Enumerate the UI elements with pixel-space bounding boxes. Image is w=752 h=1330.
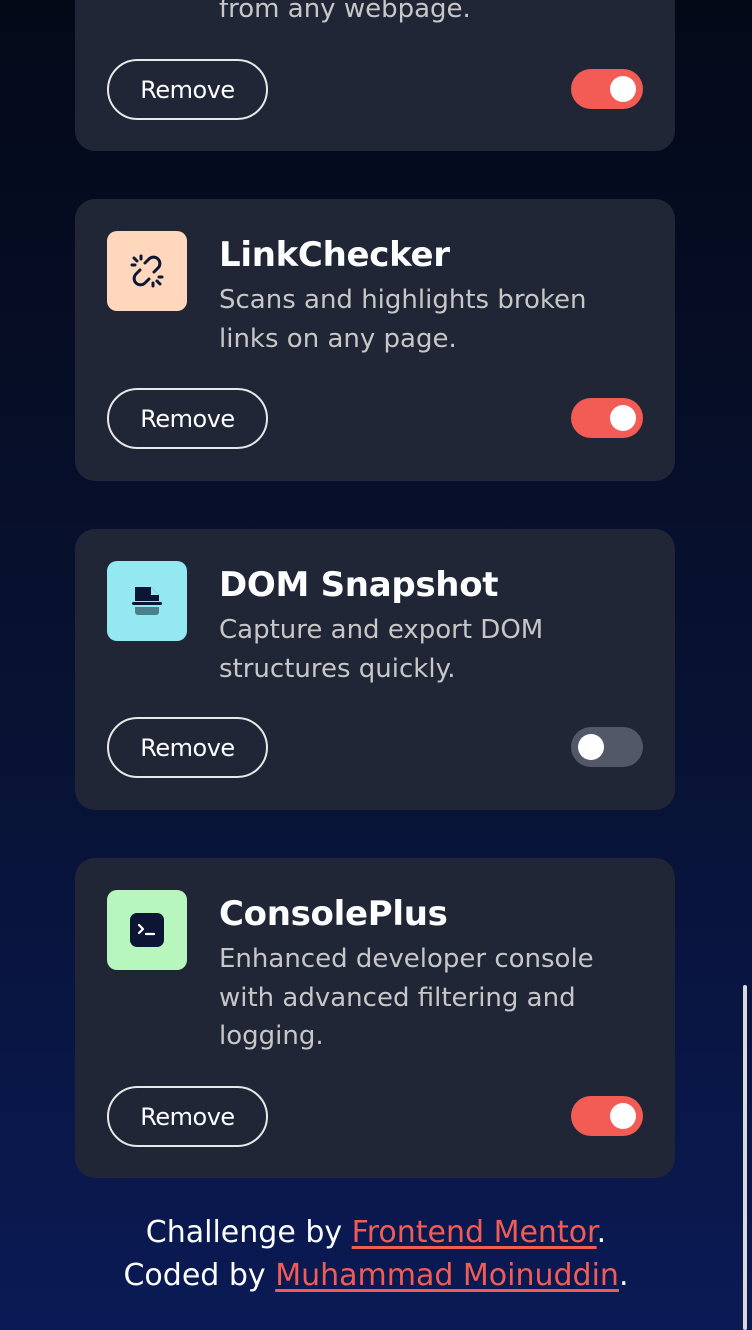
frontend-mentor-link[interactable]: Frontend Mentor [352, 1215, 597, 1250]
remove-button[interactable]: Remove [107, 1086, 268, 1147]
extension-name: DOM Snapshot [219, 565, 499, 605]
broken-link-icon [130, 254, 164, 288]
attribution: Challenge by Frontend Mentor. Coded by M… [0, 1211, 752, 1297]
extension-description: from any webpage. [219, 0, 471, 24]
extension-card: LinkChecker Scans and highlights broken … [75, 199, 675, 481]
extension-logo [107, 890, 187, 970]
coded-suffix: . [618, 1258, 629, 1293]
snapshot-icon [132, 587, 162, 615]
toggle-knob [578, 734, 604, 760]
challenge-prefix: Challenge by [145, 1215, 352, 1250]
remove-button[interactable]: Remove [107, 717, 268, 778]
extension-description: Scans and highlights broken links on any… [219, 285, 587, 354]
extension-description: Enhanced developer console with advanced… [219, 944, 594, 1051]
extension-description: Capture and export DOM structures quickl… [219, 615, 544, 684]
active-toggle[interactable] [571, 69, 643, 109]
attribution-coded: Coded by Muhammad Moinuddin. [0, 1254, 752, 1297]
remove-button[interactable]: Remove [107, 59, 268, 120]
toggle-knob [610, 405, 636, 431]
remove-button[interactable]: Remove [107, 388, 268, 449]
toggle-knob [610, 1103, 636, 1129]
extension-name: LinkChecker [219, 235, 450, 275]
active-toggle[interactable] [571, 727, 643, 767]
scrollbar[interactable] [743, 985, 747, 1330]
extension-card: ConsolePlus Enhanced developer console w… [75, 858, 675, 1178]
active-toggle[interactable] [571, 1096, 643, 1136]
terminal-icon [130, 913, 164, 947]
extension-card: DOM Snapshot Capture and export DOM stru… [75, 529, 675, 810]
challenge-suffix: . [596, 1215, 607, 1250]
active-toggle[interactable] [571, 398, 643, 438]
attribution-challenge: Challenge by Frontend Mentor. [0, 1211, 752, 1254]
author-link[interactable]: Muhammad Moinuddin [275, 1258, 619, 1293]
extension-name: ConsolePlus [219, 894, 448, 934]
extension-logo [107, 231, 187, 311]
toggle-knob [610, 76, 636, 102]
extension-card: from any webpage. Remove [75, 0, 675, 151]
coded-prefix: Coded by [123, 1258, 276, 1293]
extension-logo [107, 561, 187, 641]
